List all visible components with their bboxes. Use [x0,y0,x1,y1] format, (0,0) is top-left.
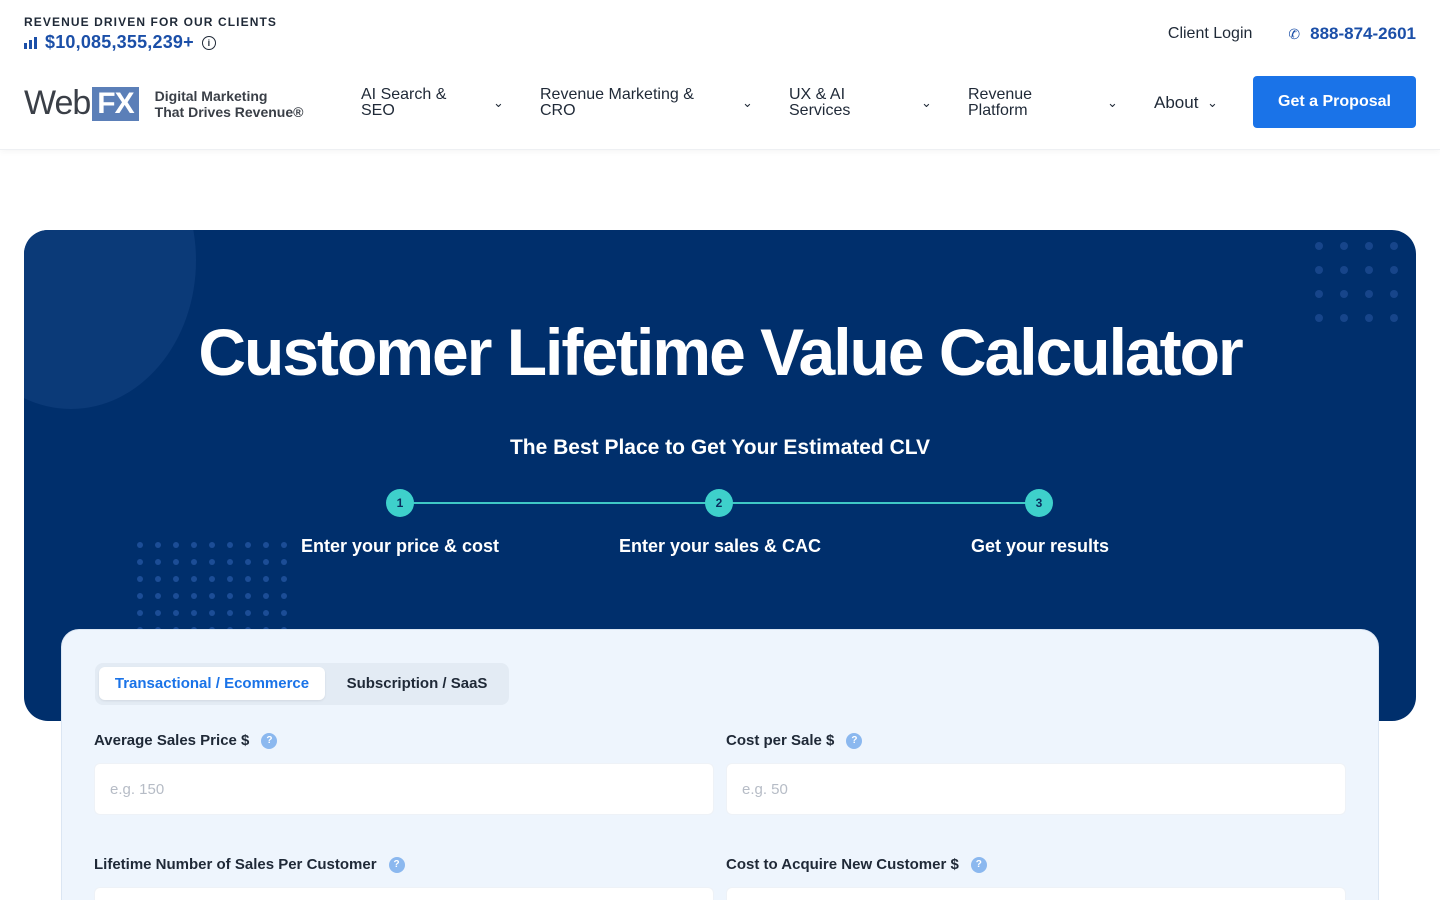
phone-number: 888-874-2601 [1310,24,1416,43]
page-subtitle: The Best Place to Get Your Estimated CLV [509,436,931,459]
revenue-counter: $10,085,355,239+ i [24,32,216,53]
step-marker-2: 2 [705,489,733,517]
page-title: Customer Lifetime Value Calculator [198,315,1243,389]
step-label-2: Enter your sales & CAC [618,536,822,556]
chevron-down-icon: ⌄ [742,95,753,110]
utility-links: Client Login ✆ 888-874-2601 [1168,24,1416,44]
logo-web-text: Web [24,84,91,122]
cac-input[interactable] [726,887,1346,900]
lifetime-sales-input[interactable] [94,887,714,900]
tagline-line1: Digital Marketing [154,87,268,104]
logo-fx-badge: FX [92,86,139,121]
nav-label: AI Search & [361,86,447,103]
nav-item-revenue-platform[interactable]: Revenue Platform ⌄ [968,86,1128,120]
field-label-text: Average Sales Price $ [94,732,250,749]
client-login-link[interactable]: Client Login [1168,25,1253,43]
chevron-down-icon: ⌄ [493,95,504,110]
nav-label: About [1154,93,1199,112]
webfx-logo[interactable]: Web FX Digital Marketing That Drives Rev… [24,84,303,123]
nav-label: Revenue Marketing & [540,86,694,103]
info-icon[interactable]: i [201,35,216,50]
avg-sales-price-label: Average Sales Price $ ? [94,732,278,749]
bar-chart-icon [24,36,37,49]
chevron-down-icon: ⌄ [921,95,932,110]
decorative-dot-grid [1315,242,1398,322]
calculator-form: Transactional / Ecommerce Subscription /… [61,629,1379,900]
field-label-text: Cost per Sale $ [726,732,835,749]
field-label-text: Cost to Acquire New Customer $ [726,856,959,873]
nav-label: SEO [361,102,395,119]
tagline-line2: That Drives Revenue® [154,103,304,120]
phone-icon: ✆ [1288,25,1301,42]
cac-label: Cost to Acquire New Customer $ ? [726,856,987,873]
nav-label: Services [789,102,851,119]
question-icon[interactable]: ? [970,856,987,873]
get-proposal-button[interactable]: Get a Proposal [1253,76,1416,128]
lifetime-sales-label: Lifetime Number of Sales Per Customer ? [94,856,405,873]
cost-per-sale-input[interactable] [726,763,1346,815]
nav-item-revenue-marketing-cro[interactable]: Revenue Marketing & CRO ⌄ [540,86,760,120]
nav-label: Platform [968,102,1028,119]
question-icon[interactable]: ? [846,732,863,749]
phone-link[interactable]: ✆ 888-874-2601 [1288,24,1416,44]
question-icon[interactable]: ? [388,856,405,873]
logo-wordmark: Web FX [24,84,139,123]
step-label-3: Get your results [970,536,1110,556]
chevron-down-icon: ⌄ [1207,95,1218,110]
site-header: REVENUE DRIVEN FOR OUR CLIENTS $10,085,3… [0,0,1440,150]
logo-tagline: Digital Marketing That Drives Revenue® [155,88,304,120]
question-icon[interactable]: ? [261,732,278,749]
tab-transactional-ecommerce[interactable]: Transactional / Ecommerce [99,667,325,700]
tab-subscription-saas[interactable]: Subscription / SaaS [329,667,505,700]
nav-label: Revenue [968,86,1033,103]
field-label-text: Lifetime Number of Sales Per Customer [94,856,377,873]
nav-label: CRO [540,102,576,119]
revenue-kicker: REVENUE DRIVEN FOR OUR CLIENTS [24,15,278,29]
nav-item-about[interactable]: About ⌄ [1154,86,1234,120]
business-type-tabs: Transactional / Ecommerce Subscription /… [95,663,509,705]
step-marker-1: 1 [386,489,414,517]
step-marker-3: 3 [1025,489,1053,517]
nav-label: UX & AI [789,86,846,103]
chevron-down-icon: ⌄ [1107,95,1118,110]
cost-per-sale-label: Cost per Sale $ ? [726,732,863,749]
avg-sales-price-input[interactable] [94,763,714,815]
nav-item-ux-ai-services[interactable]: UX & AI Services ⌄ [789,86,939,120]
nav-item-ai-search-seo[interactable]: AI Search & SEO ⌄ [361,86,511,120]
step-label-1: Enter your price & cost [300,536,500,556]
revenue-amount: $10,085,355,239+ [45,32,194,52]
